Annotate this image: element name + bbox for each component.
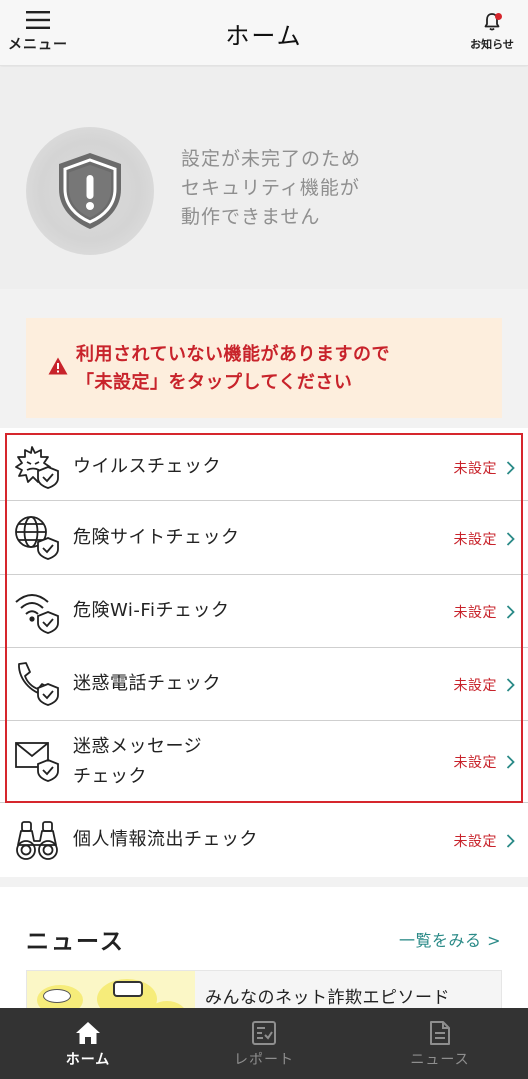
warning-banner: 利用されていない機能がありますので 「未設定」をタップしてください: [26, 318, 502, 418]
check-row-virus[interactable]: ウイルスチェック 未設定: [0, 433, 528, 501]
check-row-wifi[interactable]: 危険Wi-Fiチェック 未設定: [0, 575, 528, 648]
check-label: 危険Wi-Fiチェック: [73, 600, 230, 621]
status-message: 設定が未完了のため セキュリティ機能が 動作できません: [181, 145, 481, 232]
check-row-message[interactable]: 迷惑メッセージ チェック 未設定: [0, 721, 528, 803]
chevron-right-icon: [506, 605, 515, 619]
check-row-privacy-leak[interactable]: 個人情報流出チェック 未設定: [0, 803, 528, 877]
report-icon: [252, 1021, 276, 1045]
mail-shield-icon: [15, 742, 59, 782]
status-line: 動作できません: [181, 206, 321, 228]
warning-triangle-icon: [48, 357, 68, 375]
app-header: メニュー ホーム お知らせ: [0, 0, 528, 66]
nav-label: レポート: [234, 1052, 294, 1068]
check-row-website[interactable]: 危険サイトチェック 未設定: [0, 501, 528, 575]
check-label: 迷惑メッセージ チェック: [73, 732, 202, 792]
security-status-panel: 設定が未完了のため セキュリティ機能が 動作できません: [0, 67, 528, 289]
news-heading: ニュース: [26, 929, 125, 955]
page-title: ホーム: [225, 22, 303, 50]
notice-label: お知らせ: [470, 38, 514, 51]
check-status: 未設定: [453, 461, 497, 477]
bottom-nav: ホーム レポート ニュース: [0, 1008, 528, 1079]
status-line: セキュリティ機能が: [181, 177, 360, 199]
home-icon: [76, 1022, 100, 1044]
chevron-right-icon: [506, 755, 515, 769]
check-status: 未設定: [453, 678, 497, 694]
phone-shield-icon: [18, 662, 59, 706]
check-label: ウイルスチェック: [73, 456, 221, 477]
notice-button[interactable]: お知らせ: [468, 12, 516, 58]
check-row-phone[interactable]: 迷惑電話チェック 未設定: [0, 648, 528, 721]
warning-line: 利用されていない機能がありますので: [76, 344, 390, 365]
check-label: 迷惑電話チェック: [73, 673, 221, 694]
chevron-right-icon: [506, 461, 515, 475]
security-check-list: ウイルスチェック 未設定 危険サイトチェック 未設定 危険Wi-Fiチェック 未…: [0, 428, 528, 877]
news-see-all-link[interactable]: 一覧をみる >: [399, 927, 501, 951]
binoculars-icon: [16, 821, 58, 860]
shield-warning-icon: [59, 153, 121, 229]
check-label-line: 迷惑メッセージ: [73, 736, 203, 757]
globe-shield-icon: [15, 516, 59, 560]
check-status: 未設定: [453, 755, 497, 771]
news-icon: [430, 1021, 450, 1045]
nav-report[interactable]: レポート: [176, 1008, 352, 1079]
nav-news[interactable]: ニュース: [352, 1008, 528, 1079]
virus-shield-icon: [15, 446, 59, 489]
unread-badge: [495, 13, 502, 20]
check-status: 未設定: [453, 605, 497, 621]
nav-label: ホーム: [65, 1052, 111, 1068]
check-label-line: チェック: [73, 766, 147, 787]
check-label: 危険サイトチェック: [73, 527, 240, 548]
chevron-right-icon: [506, 678, 515, 692]
warning-message: 利用されていない機能がありますので 「未設定」をタップしてください: [76, 341, 496, 397]
warning-line: 「未設定」をタップしてください: [76, 372, 353, 393]
chevron-right-icon: [506, 532, 515, 546]
check-status: 未設定: [453, 532, 497, 548]
status-badge: [26, 127, 154, 255]
nav-label: ニュース: [410, 1052, 470, 1068]
chevron-right-icon: [506, 834, 515, 848]
nav-home[interactable]: ホーム: [0, 1008, 176, 1079]
check-status: 未設定: [453, 834, 497, 850]
status-line: 設定が未完了のため: [181, 148, 362, 170]
wifi-shield-icon: [15, 594, 59, 634]
check-label: 個人情報流出チェック: [73, 829, 258, 850]
news-item-title: みんなのネット詐欺エピソード: [205, 988, 450, 1008]
